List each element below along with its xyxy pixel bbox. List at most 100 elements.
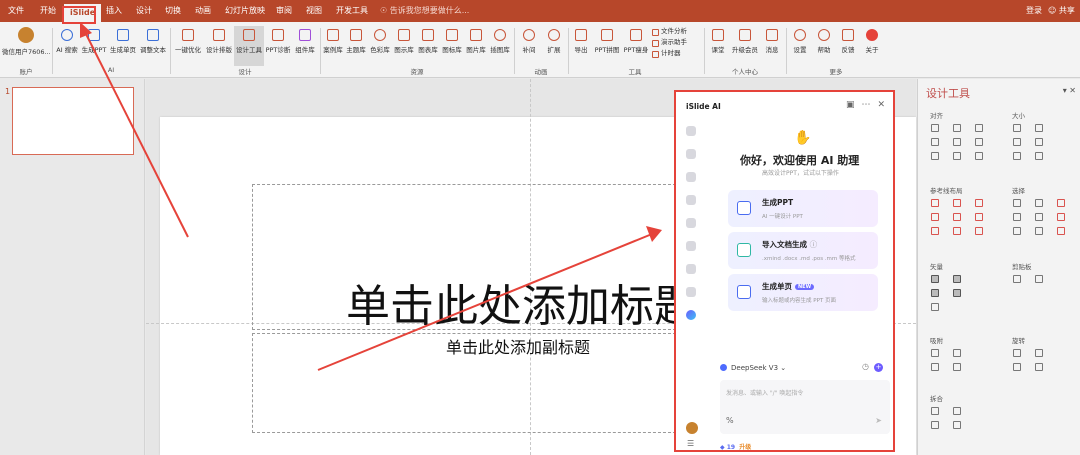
tab-review[interactable]: 审阅	[276, 0, 292, 22]
ai-logo-icon[interactable]	[686, 310, 696, 320]
design-tools-button[interactable]: 设计工具	[234, 26, 264, 66]
tell-me-search[interactable]: ☉ 告诉我您想要做什么...	[380, 0, 469, 22]
select-icon[interactable]	[1035, 213, 1043, 221]
scale-icon[interactable]	[1035, 138, 1043, 146]
new-chat-icon[interactable]: +	[874, 363, 883, 372]
split-text-icon[interactable]	[931, 407, 939, 415]
help-button[interactable]: 帮助	[812, 26, 836, 66]
pane-controls[interactable]: ▾ ✕	[1063, 86, 1076, 95]
fit-height-icon[interactable]	[1035, 152, 1043, 160]
chat-input[interactable]: 发消息、或输入 "/" 唤起指令 % ➤	[720, 380, 890, 434]
align-left-icon[interactable]	[931, 124, 939, 132]
export-button[interactable]: 导出	[570, 26, 592, 66]
messages-button[interactable]: 消息	[760, 26, 784, 66]
chart-library-button[interactable]: 图表库	[416, 26, 440, 66]
star-icon[interactable]	[686, 287, 696, 297]
fit-width-icon[interactable]	[1013, 152, 1021, 160]
adjust-text-button[interactable]: 调整文本	[138, 26, 168, 66]
select-icon[interactable]	[1013, 227, 1021, 235]
combine-icon[interactable]	[953, 275, 961, 283]
guide-icon[interactable]	[953, 227, 961, 235]
feedback-button[interactable]: 反馈	[836, 26, 860, 66]
select-icon[interactable]	[1013, 213, 1021, 221]
snap-icon[interactable]	[953, 349, 961, 357]
align-slide-icon[interactable]	[975, 152, 983, 160]
extend-button[interactable]: 扩展	[542, 26, 566, 66]
settings-button[interactable]: 设置	[788, 26, 812, 66]
subtract-icon[interactable]	[931, 303, 939, 311]
rotate-icon[interactable]	[1013, 349, 1021, 357]
select-icon[interactable]	[1013, 199, 1021, 207]
file-analysis-button[interactable]: 文件分析	[651, 26, 687, 37]
tween-button[interactable]: 补间	[516, 26, 542, 66]
tab-file[interactable]: 文件	[8, 0, 24, 22]
guide-icon[interactable]	[953, 199, 961, 207]
same-size-icon[interactable]	[1013, 138, 1021, 146]
tab-animations[interactable]: 动画	[195, 0, 211, 22]
presenter-assistant-button[interactable]: 演示助手	[651, 37, 687, 48]
login-link[interactable]: 登录	[1026, 0, 1042, 22]
about-button[interactable]: 关于	[860, 26, 884, 66]
image-library-button[interactable]: 图片库	[464, 26, 488, 66]
split-text-icon[interactable]	[931, 421, 939, 429]
align-top-icon[interactable]	[931, 138, 939, 146]
tab-insert[interactable]: 插入	[106, 0, 122, 22]
paste-icon[interactable]	[1035, 275, 1043, 283]
component-library-button[interactable]: 组件库	[292, 26, 318, 66]
tab-view[interactable]: 视图	[306, 0, 322, 22]
gallery-icon[interactable]	[686, 241, 696, 251]
chart-icon[interactable]	[686, 218, 696, 228]
fragment-icon[interactable]	[931, 289, 939, 297]
color-library-button[interactable]: 色彩库	[368, 26, 392, 66]
points-badge[interactable]: ◆ 19 升级	[720, 442, 751, 450]
rotate-icon[interactable]	[1035, 349, 1043, 357]
tab-transitions[interactable]: 切换	[165, 0, 181, 22]
timer-button[interactable]: 计时器	[651, 48, 687, 59]
tab-slideshow[interactable]: 幻灯片放映	[225, 0, 265, 22]
union-icon[interactable]	[931, 275, 939, 283]
intersect-icon[interactable]	[953, 289, 961, 297]
guide-icon[interactable]	[931, 227, 939, 235]
generate-ppt-card[interactable]: 生成PPT AI 一键设计 PPT	[728, 190, 878, 227]
window-icon[interactable]: ▣	[846, 100, 855, 110]
upgrade-member-button[interactable]: 升级会员	[730, 26, 760, 66]
select-icon[interactable]	[1035, 199, 1043, 207]
tab-islide[interactable]: iSlide	[64, 4, 102, 22]
guide-icon[interactable]	[931, 213, 939, 221]
guide-icon[interactable]	[931, 199, 939, 207]
distribute-h-icon[interactable]	[931, 152, 939, 160]
select-icon[interactable]	[1057, 199, 1065, 207]
same-width-icon[interactable]	[1013, 124, 1021, 132]
tab-developer[interactable]: 开发工具	[336, 0, 368, 22]
select-icon[interactable]	[1057, 227, 1065, 235]
one-click-optimize-button[interactable]: 一键优化	[172, 26, 204, 66]
info-icon[interactable]: ⓘ	[810, 240, 818, 249]
same-height-icon[interactable]	[1035, 124, 1043, 132]
guide-icon[interactable]	[975, 227, 983, 235]
avatar[interactable]	[686, 422, 698, 434]
generate-page-button[interactable]: 生成单页	[108, 26, 138, 66]
guide-icon[interactable]	[975, 213, 983, 221]
tab-design[interactable]: 设计	[136, 0, 152, 22]
snap-icon[interactable]	[931, 363, 939, 371]
close-icon[interactable]: ✕	[877, 100, 885, 110]
merge-text-icon[interactable]	[953, 407, 961, 415]
copy-icon[interactable]	[1013, 275, 1021, 283]
command-icon[interactable]: %	[726, 416, 734, 425]
align-center-icon[interactable]	[953, 124, 961, 132]
share-button[interactable]: ☺ 共享	[1048, 0, 1075, 22]
align-bottom-icon[interactable]	[975, 138, 983, 146]
generate-single-page-card[interactable]: 生成单页 NEW 输入标题或内容生成 PPT 页面	[728, 274, 878, 311]
model-selector[interactable]: DeepSeek V3 ⌄	[720, 364, 786, 372]
slide-title[interactable]: 单击此处添加标题	[346, 270, 698, 334]
slide-subtitle[interactable]: 单击此处添加副标题	[446, 334, 590, 358]
distribute-v-icon[interactable]	[953, 152, 961, 160]
guide-icon[interactable]	[975, 199, 983, 207]
account-button[interactable]: 微信用户7606...	[2, 26, 50, 66]
table-icon[interactable]	[686, 195, 696, 205]
compass-icon[interactable]	[686, 264, 696, 274]
history-icon[interactable]: ◷	[862, 362, 869, 371]
theme-library-button[interactable]: 主题库	[344, 26, 368, 66]
send-icon[interactable]: ➤	[875, 416, 882, 425]
tab-home[interactable]: 开始	[40, 0, 56, 22]
